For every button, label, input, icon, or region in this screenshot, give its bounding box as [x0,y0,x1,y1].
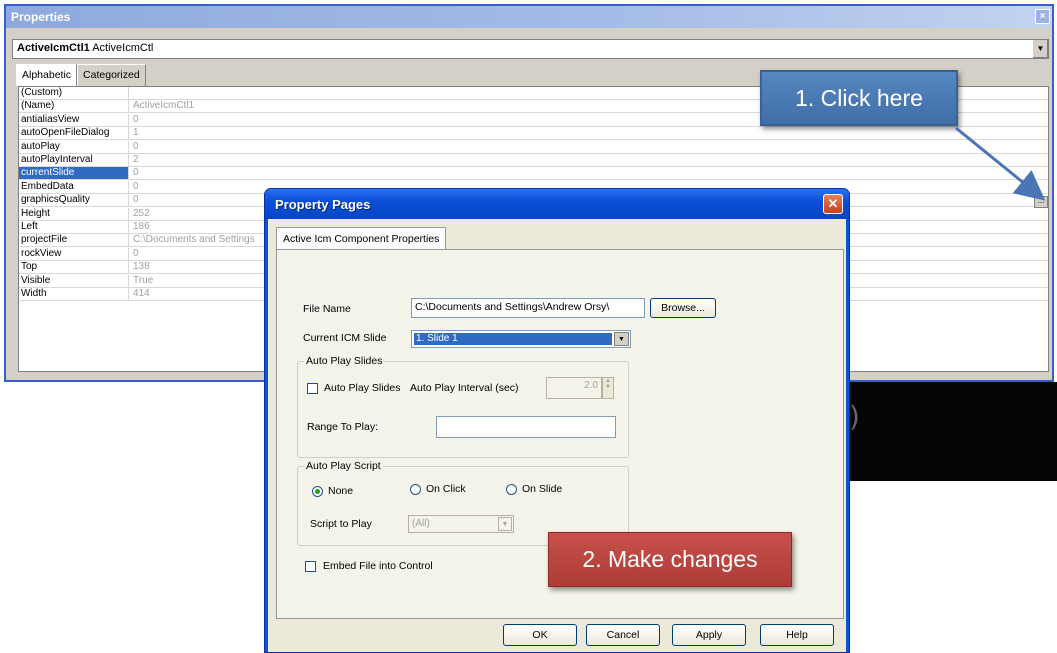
property-row[interactable]: autoOpenFileDialog 1 [19,127,1048,141]
property-name: Width [19,288,129,300]
dialog-close-button[interactable]: ✕ [823,194,843,214]
help-button[interactable]: Help [760,624,834,646]
interval-spinner[interactable]: ▲ ▼ [602,377,614,399]
property-value[interactable]: C:\Documents and Settings [131,234,255,246]
property-value[interactable]: 0 [131,167,139,179]
auto-play-interval-input[interactable]: 2.0 [546,377,602,399]
property-value[interactable]: 0 [131,114,139,126]
property-value[interactable]: 138 [131,261,150,273]
auto-play-checkbox-label: Auto Play Slides [324,382,401,394]
property-name: projectFile [19,234,129,247]
property-name: (Name) [19,100,129,113]
property-value[interactable]: 0 [131,194,139,206]
radio-none-label: None [328,485,354,497]
property-name: EmbedData [19,180,129,193]
callout-click-here: 1. Click here [760,70,958,126]
property-name: Left [19,221,129,233]
dark-background-area: ) [845,382,1057,481]
current-slide-value: 1. Slide 1 [414,333,612,345]
browse-button[interactable]: Browse... [650,298,716,318]
property-value[interactable]: 0 [131,141,139,153]
properties-tabs: Alphabetic Categorized [16,64,146,86]
auto-play-slides-group: Auto Play Slides Auto Play Slides Auto P… [297,355,629,458]
property-value[interactable]: 1 [131,127,139,139]
radio-on-click[interactable] [410,484,421,495]
tab-active-icm-properties[interactable]: Active Icm Component Properties [276,227,447,250]
partial-icon: ) [849,400,860,433]
radio-on-slide-label: On Slide [522,483,563,495]
property-value[interactable]: 0 [131,248,139,260]
ok-button[interactable]: OK [503,624,577,646]
property-value[interactable]: 2 [131,154,139,166]
tab-categorized[interactable]: Categorized [77,64,146,86]
property-name: rockView [19,247,129,260]
script-to-play-label: Script to Play [310,518,372,530]
property-value[interactable]: 0 [131,181,139,193]
callout-make-changes: 2. Make changes [548,532,792,587]
current-slide-select[interactable]: 1. Slide 1 ▼ [411,330,631,348]
script-to-play-value: (All) [412,518,430,529]
properties-title: Properties [11,10,71,24]
ellipsis-button[interactable]: ... [1034,196,1048,208]
embed-file-checkbox[interactable] [305,561,316,572]
property-name: Top [19,261,129,274]
radio-on-slide[interactable] [506,484,517,495]
property-name: autoOpenFileDialog [19,127,129,140]
chevron-down-icon[interactable]: ▼ [614,332,629,346]
file-name-input[interactable]: C:\Documents and Settings\Andrew Orsy\ [411,298,645,318]
dialog-body: Active Icm Component Properties File Nam… [268,219,846,652]
range-to-play-label: Range To Play: [307,421,379,433]
object-name: ActiveIcmCtl1 [17,42,90,54]
property-row[interactable]: autoPlayInterval 2 [19,154,1048,167]
properties-close-button[interactable]: × [1035,9,1050,24]
auto-play-slides-group-title: Auto Play Slides [304,355,385,367]
property-value[interactable]: 186 [131,221,150,233]
property-name: currentSlide [19,167,129,180]
object-type: ActiveIcmCtl [92,42,154,54]
current-slide-label: Current ICM Slide [303,332,387,344]
auto-play-interval-label: Auto Play Interval (sec) [410,382,519,394]
property-value[interactable]: 414 [131,288,150,300]
property-name: Height [19,207,129,220]
property-name: graphicsQuality [19,194,129,207]
chevron-down-icon: ▼ [498,517,512,531]
property-pages-title: Property Pages [275,197,371,212]
property-row[interactable]: currentSlide 0 [19,167,1048,181]
radio-none[interactable] [312,486,323,497]
property-name: antialiasView [19,113,129,126]
auto-play-checkbox[interactable] [307,383,318,394]
object-selector-combo[interactable]: ActiveIcmCtl1 ActiveIcmCtl ▼ [12,39,1049,59]
property-name: Visible [19,274,129,287]
property-pages-title-bar[interactable]: Property Pages [265,189,849,219]
property-name: (Custom) [19,87,129,99]
script-to-play-select[interactable]: (All) ▼ [408,515,514,533]
property-value[interactable]: 252 [131,208,150,220]
tab-alphabetic[interactable]: Alphabetic [16,64,78,86]
apply-button[interactable]: Apply [672,624,746,646]
property-name: autoPlay [19,140,129,153]
property-value[interactable]: True [131,275,153,287]
property-row[interactable]: autoPlay 0 [19,140,1048,154]
property-value[interactable]: ActiveIcmCtl1 [131,100,194,112]
object-dropdown-arrow-icon[interactable]: ▼ [1032,40,1048,58]
radio-on-click-label: On Click [426,483,466,495]
range-to-play-input[interactable] [436,416,616,438]
embed-file-label: Embed File into Control [323,560,433,572]
properties-title-bar[interactable]: Properties [6,6,1052,28]
property-name: autoPlayInterval [19,154,129,166]
cancel-button[interactable]: Cancel [586,624,660,646]
auto-play-script-group-title: Auto Play Script [304,460,383,472]
file-name-label: File Name [303,303,351,315]
